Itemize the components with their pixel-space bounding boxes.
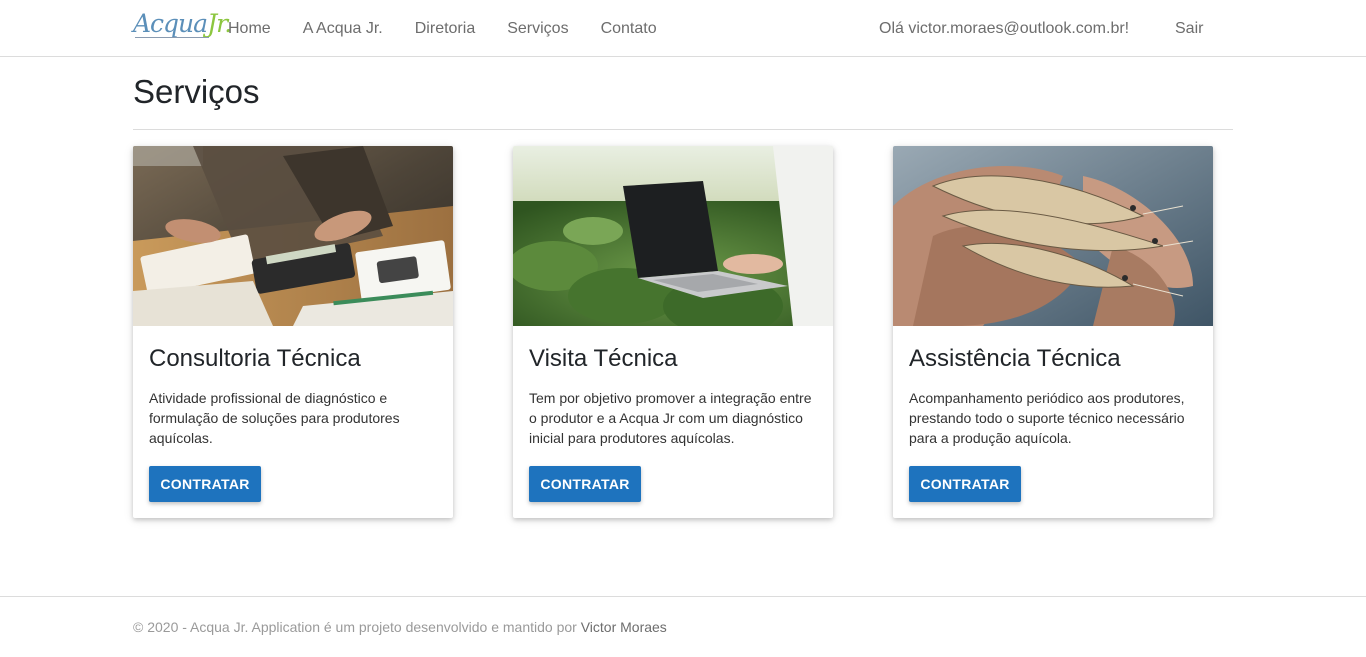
card-body: Visita Técnica Tem por objetivo promover… xyxy=(513,326,833,518)
footer-copyright: © 2020 - Acqua Jr. Application é um proj… xyxy=(133,619,667,635)
contratar-button-assistencia[interactable]: CONTRATAR xyxy=(909,466,1021,502)
card-image-office-calculator xyxy=(133,146,453,326)
card-title: Visita Técnica xyxy=(529,345,678,372)
main-nav: Home A Acqua Jr. Diretoria Serviços Cont… xyxy=(228,0,689,57)
nav-link-services[interactable]: Serviços xyxy=(507,0,568,57)
contratar-button-visita[interactable]: CONTRATAR xyxy=(529,466,641,502)
service-card-consultoria: Consultoria Técnica Atividade profission… xyxy=(133,146,453,518)
nav-link-board[interactable]: Diretoria xyxy=(415,0,475,57)
card-description: Tem por objetivo promover a integração e… xyxy=(529,390,812,446)
user-greeting: Olá victor.moraes@outlook.com.br! xyxy=(879,20,1130,37)
nav-link-about[interactable]: A Acqua Jr. xyxy=(303,0,383,57)
logout-link[interactable]: Sair xyxy=(1175,0,1203,57)
brand-logo-tagline xyxy=(135,37,209,39)
title-divider xyxy=(133,129,1233,130)
contratar-button-consultoria[interactable]: CONTRATAR xyxy=(149,466,261,502)
card-image-shrimp-hands xyxy=(893,146,1213,326)
card-body: Assistência Técnica Acompanhamento perió… xyxy=(893,326,1213,518)
card-body: Consultoria Técnica Atividade profission… xyxy=(133,326,453,518)
page-title: Serviços xyxy=(133,73,260,110)
service-card-visita: Visita Técnica Tem por objetivo promover… xyxy=(513,146,833,518)
service-card-assistencia: Assistência Técnica Acompanhamento perió… xyxy=(893,146,1213,518)
top-navbar: AcquaJr. Home A Acqua Jr. Diretoria Serv… xyxy=(0,0,1366,57)
card-title: Assistência Técnica xyxy=(909,345,1121,372)
page-footer: © 2020 - Acqua Jr. Application é um proj… xyxy=(0,596,1366,657)
brand-logo[interactable]: AcquaJr. xyxy=(133,9,232,45)
card-image-laptop-field xyxy=(513,146,833,326)
footer-author-link[interactable]: Victor Moraes xyxy=(581,619,667,635)
brand-logo-wordmark: AcquaJr. xyxy=(133,9,232,38)
card-description: Acompanhamento periódico aos produtores,… xyxy=(909,390,1185,446)
footer-copyright-text: © 2020 - Acqua Jr. Application é um proj… xyxy=(133,619,577,635)
card-title: Consultoria Técnica xyxy=(149,345,361,372)
nav-link-home[interactable]: Home xyxy=(228,0,271,57)
card-description: Atividade profissional de diagnóstico e … xyxy=(149,390,400,446)
nav-link-contact[interactable]: Contato xyxy=(601,0,657,57)
